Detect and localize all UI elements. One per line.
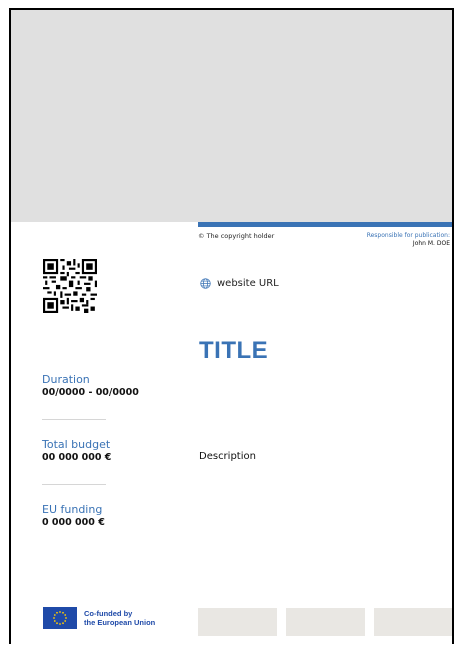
funding-value: 0 000 000 € — [42, 517, 105, 528]
responsible-label: Responsible for publication: — [366, 232, 450, 239]
eu-cofunded-logo: Co-funded by the European Union — [43, 607, 155, 629]
divider — [42, 484, 106, 485]
budget-block: Total budget 00 000 000 € — [42, 438, 111, 464]
divider — [42, 419, 106, 420]
copyright-notice: © The copyright holder — [198, 232, 275, 240]
eu-line-2: the European Union — [84, 618, 156, 627]
logo-placeholder — [286, 608, 365, 636]
eu-flag-icon — [43, 607, 77, 629]
website-url-text: website URL — [217, 278, 279, 289]
accent-bar — [198, 222, 452, 227]
responsible-name: John M. DOE — [412, 240, 450, 247]
qr-code[interactable] — [43, 259, 97, 313]
document-page: © The copyright holder Responsible for p… — [9, 8, 454, 644]
logo-placeholder — [374, 608, 452, 636]
eu-line-1: Co-funded by — [84, 609, 133, 618]
eu-cofunded-text: Co-funded by the European Union — [84, 609, 155, 627]
logo-placeholder — [198, 608, 277, 636]
budget-value: 00 000 000 € — [42, 452, 112, 463]
page-title: TITLE — [199, 337, 269, 364]
hero-image-placeholder — [11, 10, 452, 222]
globe-icon — [200, 278, 211, 289]
duration-block: Duration 00/0000 - 00/0000 — [42, 373, 139, 399]
duration-value: 00/0000 - 00/0000 — [42, 387, 139, 398]
responsible-publication: Responsible for publication: John M. DOE — [367, 232, 450, 248]
budget-label: Total budget — [42, 438, 111, 451]
website-link[interactable]: website URL — [200, 278, 279, 289]
description-text: Description — [199, 451, 256, 462]
duration-label: Duration — [42, 373, 90, 386]
funding-label: EU funding — [42, 503, 103, 516]
funding-block: EU funding 0 000 000 € — [42, 503, 105, 529]
